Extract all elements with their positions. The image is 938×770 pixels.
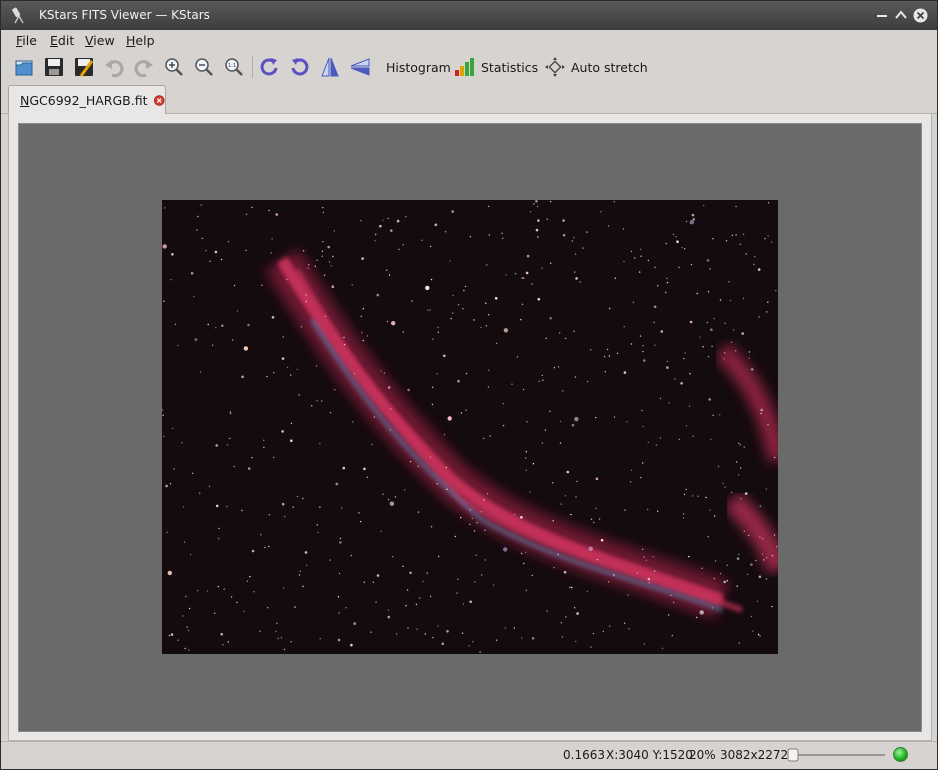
- flip-vertical-button[interactable]: [317, 54, 343, 80]
- svg-text:1:1: 1:1: [228, 63, 236, 69]
- statistics-button[interactable]: Statistics: [454, 54, 538, 80]
- zoom-slider[interactable]: [787, 748, 887, 762]
- status-resolution: 3082x2272: [720, 748, 789, 762]
- flip-vertical-icon: [321, 57, 339, 77]
- zoom-default-button[interactable]: 1:1: [221, 54, 247, 80]
- statistics-label: Statistics: [481, 59, 539, 75]
- close-tab-icon[interactable]: [154, 93, 165, 108]
- auto-stretch-button[interactable]: Auto stretch: [544, 54, 648, 80]
- tab-label: NGC6992_HARGB.fit: [20, 93, 148, 108]
- kstars-telescope-icon: [12, 7, 24, 24]
- save-icon: [45, 58, 63, 76]
- undo-icon: [105, 60, 124, 78]
- menu-view[interactable]: View: [85, 33, 115, 48]
- menu-bar: File Edit View Help: [1, 30, 937, 52]
- save-as-button[interactable]: [71, 54, 97, 80]
- menu-edit[interactable]: Edit: [50, 33, 74, 48]
- fits-viewer-window: KStars FITS Viewer — KStars File Edit Vi…: [0, 0, 938, 770]
- status-coordinates: X:3040 Y:1520: [606, 748, 693, 762]
- redo-icon: [134, 60, 153, 78]
- auto-stretch-icon: [545, 57, 565, 77]
- maximize-icon[interactable]: [894, 8, 908, 22]
- histogram-label: Histogram: [386, 59, 451, 75]
- status-bar: 0.1663 X:3040 Y:1520 20% 3082x2272: [1, 741, 937, 769]
- window-title: KStars FITS Viewer — KStars: [39, 8, 210, 22]
- histogram-button[interactable]: Histogram: [386, 54, 451, 80]
- main-toolbar: 1:1 Histogram Statistics Auto stretch: [1, 52, 937, 82]
- minimize-icon[interactable]: [875, 8, 889, 22]
- zoom-in-icon: [165, 58, 183, 76]
- menu-help[interactable]: Help: [126, 33, 155, 48]
- zoom-out-icon: [195, 58, 213, 76]
- status-led-icon: [893, 747, 908, 762]
- toolbar-separator: [252, 56, 253, 78]
- zoom-default-icon: 1:1: [225, 58, 243, 76]
- flip-horizontal-button[interactable]: [347, 54, 373, 80]
- zoom-slider-handle[interactable]: [787, 748, 799, 762]
- status-pixel-value: 0.1663: [563, 748, 605, 762]
- redo-button[interactable]: [131, 54, 157, 80]
- save-button[interactable]: [41, 54, 67, 80]
- tab-bar: NGC6992_HARGB.fit: [1, 82, 937, 115]
- close-window-icon[interactable]: [913, 8, 928, 23]
- histogram-bars-icon: [455, 58, 474, 76]
- title-bar[interactable]: KStars FITS Viewer — KStars: [1, 1, 937, 30]
- nebula-image: [162, 200, 778, 654]
- zoom-in-button[interactable]: [161, 54, 187, 80]
- open-button[interactable]: [11, 54, 37, 80]
- auto-stretch-label: Auto stretch: [571, 59, 648, 75]
- menu-file[interactable]: File: [16, 33, 37, 48]
- status-zoom: 20%: [689, 748, 716, 762]
- open-icon: [15, 60, 33, 76]
- zoom-out-button[interactable]: [191, 54, 217, 80]
- tab-ngc6992[interactable]: NGC6992_HARGB.fit: [8, 85, 166, 115]
- rotate-right-button[interactable]: [256, 54, 282, 80]
- rotate-left-button[interactable]: [287, 54, 313, 80]
- flip-horizontal-icon: [350, 58, 370, 76]
- rotate-left-icon: [291, 58, 309, 76]
- undo-button[interactable]: [101, 54, 127, 80]
- rotate-right-icon: [260, 58, 278, 76]
- fits-image[interactable]: [162, 200, 778, 654]
- save-as-icon: [75, 58, 94, 77]
